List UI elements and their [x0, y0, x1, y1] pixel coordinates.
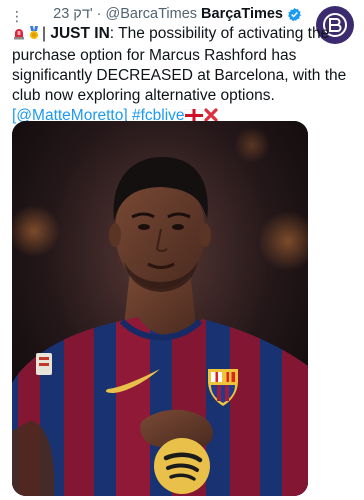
- siren-emoji: [12, 26, 26, 46]
- tweet-card[interactable]: ⋮ 23 דק' · @BarcaTimes BarçaTimes | JUST…: [0, 0, 364, 500]
- more-options-icon[interactable]: ⋮: [10, 8, 24, 24]
- author-display-name[interactable]: BarçaTimes: [201, 6, 283, 22]
- tweet-header: 23 דק' · @BarcaTimes BarçaTimes: [53, 5, 302, 23]
- player-photo: [12, 121, 308, 496]
- tweet-media-photo[interactable]: [12, 121, 308, 496]
- separator-dot: ·: [96, 6, 102, 22]
- breaking-label: JUST IN: [50, 25, 110, 42]
- verified-badge-icon: [287, 7, 302, 22]
- tweet-text: | JUST IN: The possibility of activating…: [12, 24, 352, 128]
- timestamp[interactable]: 23 דק': [53, 6, 93, 22]
- medal-emoji: [27, 26, 41, 46]
- author-handle[interactable]: @BarcaTimes: [106, 6, 198, 22]
